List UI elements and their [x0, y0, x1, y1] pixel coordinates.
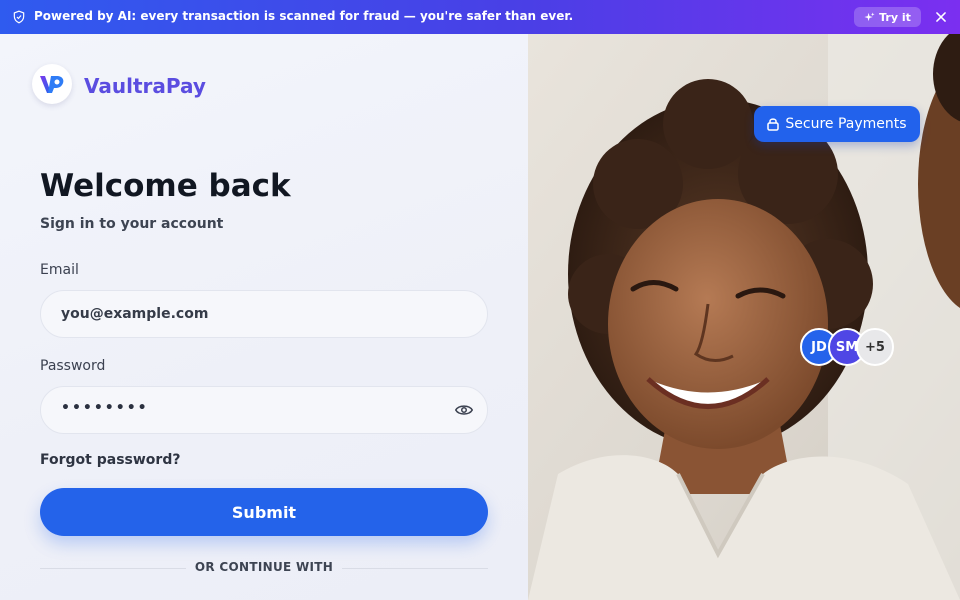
login-panel: VaultraPay Welcome back Sign in to your … [0, 34, 528, 600]
eye-icon[interactable] [455, 403, 473, 417]
banner-message: Powered by AI: every transaction is scan… [34, 9, 574, 23]
email-field[interactable] [40, 290, 488, 338]
sparkle-icon [864, 11, 875, 21]
divider-text: OR CONTINUE WITH [194, 560, 334, 574]
brand-logo [32, 64, 72, 104]
page-title: Welcome back [40, 168, 291, 204]
page-subtitle: Sign in to your account [40, 216, 224, 232]
lock-icon [767, 118, 780, 131]
email-label: Email [40, 262, 79, 278]
avatar-more-count: +5 [865, 339, 885, 355]
shield-icon [13, 10, 25, 24]
password-label: Password [40, 358, 106, 374]
submit-button[interactable]: Submit [40, 488, 488, 536]
try-it-label: Try it [879, 10, 911, 24]
close-icon[interactable] [934, 10, 948, 24]
avatar-initials: JD [811, 339, 827, 355]
vp-logo-icon [40, 76, 64, 93]
avatar-more: +5 [856, 328, 894, 366]
forgot-password-link[interactable]: Forgot password? [40, 452, 180, 468]
secure-payments-badge: Secure Payments [754, 106, 920, 142]
brand-name: VaultraPay [84, 74, 206, 98]
divider-line-right [342, 568, 488, 569]
promo-banner: Powered by AI: every transaction is scan… [0, 0, 960, 34]
try-it-button[interactable]: Try it [854, 7, 921, 27]
avatar-initials: SM [835, 339, 859, 355]
secure-payments-label: Secure Payments [785, 116, 907, 132]
divider-line-left [40, 568, 186, 569]
password-value: •••••••• [61, 400, 149, 416]
